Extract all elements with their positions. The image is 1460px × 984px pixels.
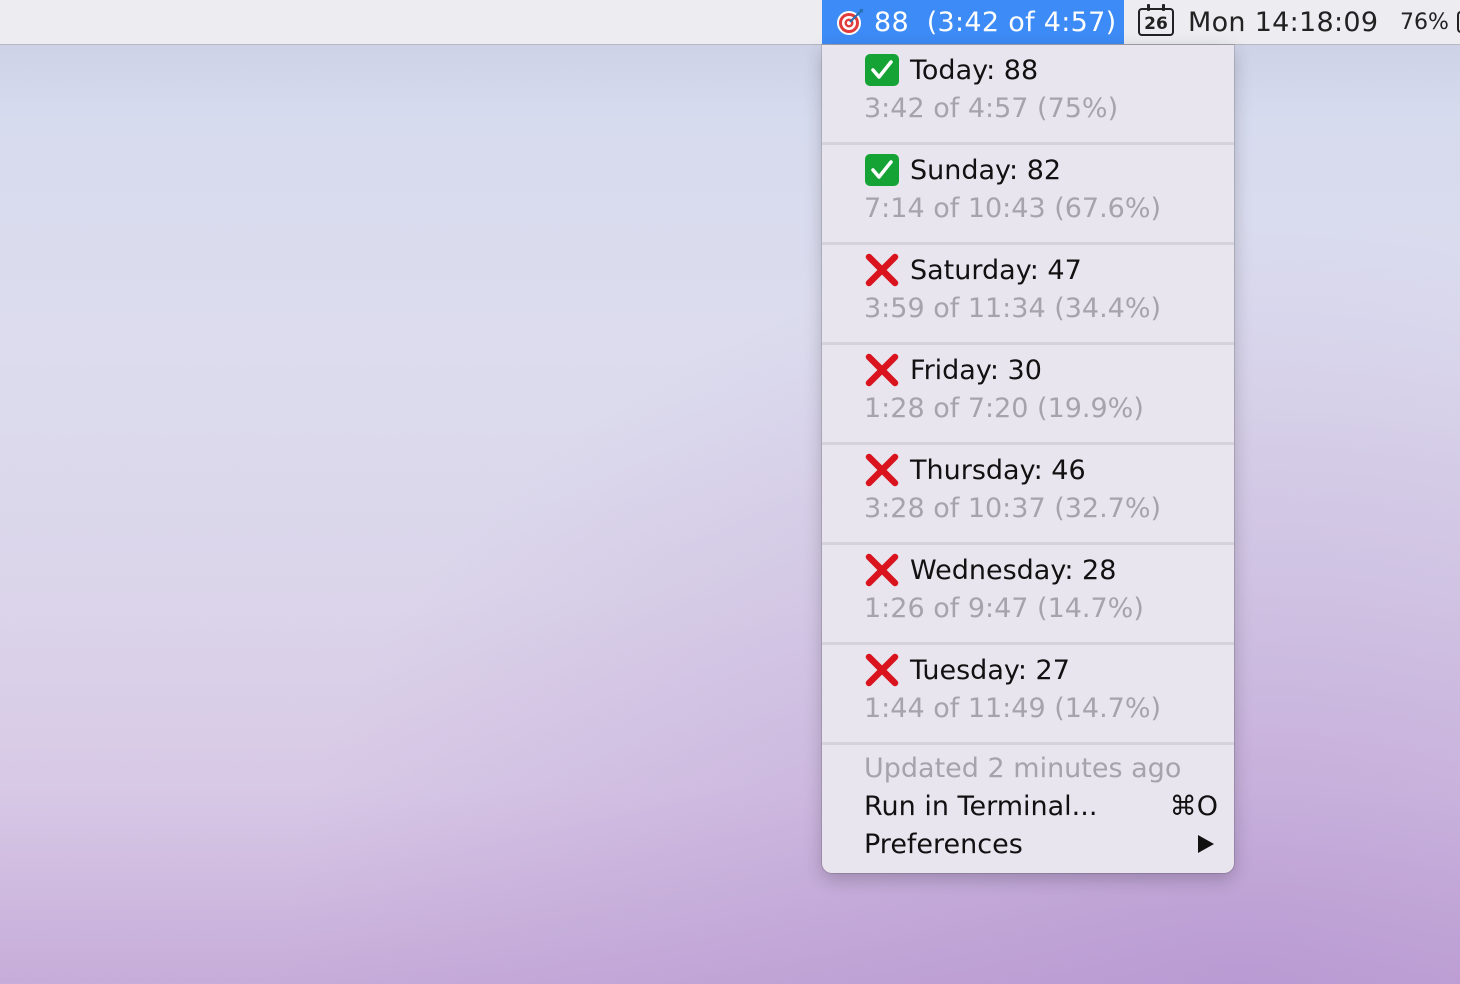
day-detail: 3:59 of 11:34 (34.4%) [864,293,1162,324]
cross-mark-icon [864,253,900,287]
cross-mark-icon [864,453,900,487]
day-title-line: Today: 88 [864,52,1038,88]
menu-bar: 88 (3:42 of 4:57) 26 Mon 14:18:09 76% [0,0,1460,45]
day-title: Today: 88 [910,54,1039,86]
day-detail: 1:44 of 11:49 (14.7%) [864,693,1162,724]
day-title-line: Saturday: 47 [864,252,1082,288]
day-detail: 1:26 of 9:47 (14.7%) [864,593,1144,624]
day-title: Saturday: 47 [910,254,1082,286]
run-in-terminal-label: Run in Terminal... [864,790,1098,822]
battery-percent: 76% [1400,9,1449,35]
day-title-line: Sunday: 82 [864,152,1061,188]
day-title-line: Tuesday: 27 [864,652,1070,688]
day-title: Tuesday: 27 [910,654,1070,686]
preferences-label: Preferences [864,828,1023,860]
preferences-item[interactable]: Preferences [864,826,1218,862]
calendar-clock-item[interactable]: 26 Mon 14:18:09 [1138,0,1378,44]
cross-mark-icon [864,353,900,387]
day-detail: 3:28 of 10:37 (32.7%) [864,493,1162,524]
score-status-text: 88 (3:42 of 4:57) [874,6,1117,38]
updated-label: Updated 2 minutes ago [864,752,1182,784]
calendar-day: 26 [1144,14,1168,34]
day-detail: 1:28 of 7:20 (19.9%) [864,393,1144,424]
day-list: Today: 88 3:42 of 4:57 (75%) Sunday: 82 7:1… [822,45,1234,745]
submenu-arrow-icon [1198,835,1214,853]
day-row[interactable]: Sunday: 82 7:14 of 10:43 (67.6%) [822,145,1234,245]
cross-mark-icon [864,653,900,687]
day-row[interactable]: Thursday: 46 3:28 of 10:37 (32.7%) [822,445,1234,545]
day-row[interactable]: Saturday: 47 3:59 of 11:34 (34.4%) [822,245,1234,345]
day-title-line: Wednesday: 28 [864,552,1116,588]
clock-text: Mon 14:18:09 [1188,6,1379,38]
menu-footer: Updated 2 minutes ago Run in Terminal...… [822,745,1234,873]
calendar-icon: 26 [1138,4,1174,36]
day-title-line: Thursday: 46 [864,452,1086,488]
updated-text: Updated 2 minutes ago [864,750,1218,786]
score-dropdown-menu: Today: 88 3:42 of 4:57 (75%) Sunday: 82 7:1… [822,45,1234,873]
day-title-line: Friday: 30 [864,352,1042,388]
day-row[interactable]: Friday: 30 1:28 of 7:20 (19.9%) [822,345,1234,445]
battery-item[interactable]: 76% [1400,0,1460,44]
check-mark-icon [864,53,900,87]
day-title: Wednesday: 28 [910,554,1117,586]
day-detail: 7:14 of 10:43 (67.6%) [864,193,1162,224]
run-in-terminal-item[interactable]: Run in Terminal... ⌘O [864,788,1218,824]
day-title: Friday: 30 [910,354,1042,386]
day-title: Thursday: 46 [910,454,1086,486]
day-row[interactable]: Tuesday: 27 1:44 of 11:49 (14.7%) [822,645,1234,745]
day-detail: 3:42 of 4:57 (75%) [864,93,1119,124]
cross-mark-icon [864,553,900,587]
day-title: Sunday: 82 [910,154,1062,186]
day-row[interactable]: Today: 88 3:42 of 4:57 (75%) [822,45,1234,145]
check-mark-icon [864,153,900,187]
dart-target-icon [836,8,864,36]
day-row[interactable]: Wednesday: 28 1:26 of 9:47 (14.7%) [822,545,1234,645]
score-status-item[interactable]: 88 (3:42 of 4:57) [822,0,1124,44]
run-shortcut: ⌘O [1169,790,1218,822]
